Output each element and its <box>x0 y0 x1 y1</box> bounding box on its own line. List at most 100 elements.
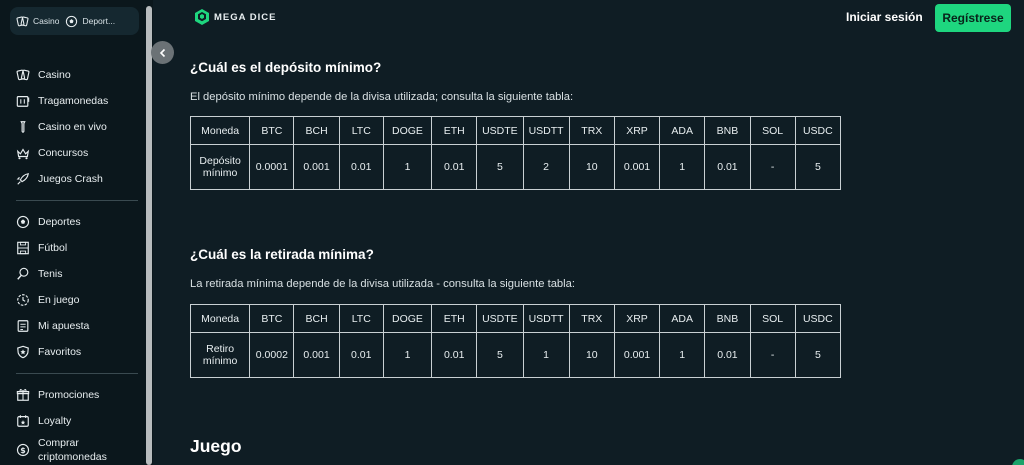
rocket-icon <box>16 173 29 185</box>
table-header-cell: USDTE <box>476 116 524 145</box>
svg-text:$: $ <box>20 446 25 455</box>
table-header-currency: Moneda <box>189 304 251 333</box>
cards-icon <box>16 69 30 81</box>
table-cell: 10 <box>568 144 615 190</box>
loyalty-icon <box>17 415 29 427</box>
table-cell: 1 <box>659 144 706 190</box>
sidebar-item-slots[interactable]: Tragamonedas <box>16 88 138 114</box>
table-header-cell: ETH <box>431 116 478 145</box>
soccer-field-icon <box>17 241 29 255</box>
table-header-cell: USDTT <box>522 304 570 333</box>
table-cell: 1 <box>522 332 570 378</box>
table-header-cell: USDTE <box>476 304 524 333</box>
table-cell: 0.01 <box>704 332 751 378</box>
game-section-title: Juego <box>190 436 242 456</box>
sidebar-item-casino[interactable]: Casino <box>16 62 138 88</box>
table-cell: 10 <box>568 332 615 378</box>
bet-slip-icon <box>17 320 29 332</box>
sidebar-item-promotions[interactable]: Promociones <box>16 382 138 408</box>
cards-icon <box>16 16 29 26</box>
login-button[interactable]: Iniciar sesión <box>846 10 923 24</box>
table-header-cell: ADA <box>659 116 706 145</box>
chat-widget-button[interactable] <box>1012 459 1024 465</box>
table-header-cell: BCH <box>293 304 340 333</box>
table-header-cell: XRP <box>613 304 661 333</box>
table-header-cell: TRX <box>568 304 615 333</box>
sidebar-item-buy-crypto[interactable]: $ Comprar criptomonedas <box>16 434 138 465</box>
sidebar-item-label: Mi apuesta <box>38 320 90 332</box>
sidebar-item-label: Comprar criptomonedas <box>38 437 107 463</box>
sidebar-top-tabs: Casino Deport... <box>10 7 139 35</box>
deposit-title: ¿Cuál es el depósito mínimo? <box>190 60 382 75</box>
soccer-ball-icon <box>66 15 78 27</box>
sidebar-item-label: Fútbol <box>38 242 68 254</box>
table-header-cell: ADA <box>659 304 706 333</box>
top-tab-casino-label: Casino <box>33 16 60 26</box>
table-cell: 0.01 <box>338 144 384 190</box>
sidebar-item-football[interactable]: Fútbol <box>16 235 138 261</box>
dollar-coin-icon: $ <box>16 443 30 457</box>
sidebar-item-tennis[interactable]: Tenis <box>16 261 138 287</box>
table-row-label: Retiro mínimo <box>189 332 251 378</box>
table-cell: 0.0001 <box>249 144 295 190</box>
table-header-currency: Moneda <box>189 116 251 145</box>
table-header-row: Moneda BTC BCH LTC DOGE ETH USDTE USDTT TRX XRP AD… <box>189 116 842 145</box>
table-cell: 2 <box>522 144 570 190</box>
sidebar-divider <box>16 373 138 374</box>
sidebar-item-loyalty[interactable]: Loyalty <box>16 408 138 434</box>
table-cell: 1 <box>382 144 433 190</box>
sidebar-item-label: Tragamonedas <box>38 95 109 107</box>
trophy-crown-icon <box>16 148 30 160</box>
sidebar-scroll-thumb[interactable] <box>146 6 152 465</box>
table-row: Retiro mínimo 0.0002 0.001 0.01 1 0.01 5 1 10 0.0… <box>189 332 842 378</box>
table-cell: 0.001 <box>613 144 661 190</box>
sidebar-collapse-button[interactable] <box>151 41 174 64</box>
withdrawal-table: Moneda BTC BCH LTC DOGE ETH USDTE USDTT TRX XRP AD… <box>189 304 842 378</box>
register-button[interactable]: Regístrese <box>935 4 1011 32</box>
sidebar-item-favorites[interactable]: Favoritos <box>16 339 138 365</box>
table-header-cell: BCH <box>293 116 340 145</box>
nav-group-extra: Promociones Loyalty $ Comprar criptomone… <box>16 382 138 465</box>
table-header-cell: TRX <box>568 116 615 145</box>
table-cell: 0.001 <box>613 332 661 378</box>
table-cell: 0.0002 <box>249 332 295 378</box>
table-header-cell: USDC <box>794 304 842 333</box>
table-header-cell: SOL <box>749 116 796 145</box>
sidebar-item-label: Juegos Crash <box>38 173 103 185</box>
live-casino-icon <box>20 121 26 133</box>
table-cell: 5 <box>476 332 524 378</box>
sidebar-item-sports[interactable]: Deportes <box>16 209 138 235</box>
table-header-cell: SOL <box>749 304 796 333</box>
sidebar-item-in-play[interactable]: En juego <box>16 287 138 313</box>
sidebar-item-label: Concursos <box>38 147 89 159</box>
table-cell: 0.01 <box>338 332 384 378</box>
table-cell: 5 <box>794 332 842 378</box>
tennis-racket-icon <box>17 267 29 280</box>
withdrawal-title: ¿Cuál es la retirada mínima? <box>190 247 374 262</box>
nav-group-sports: Deportes Fútbol Tenis En juego Mi apuest… <box>16 209 138 365</box>
chevron-left-icon <box>159 48 165 57</box>
sidebar-item-contests[interactable]: Concursos <box>16 140 138 166</box>
table-header-cell: DOGE <box>382 116 433 145</box>
table-cell: 0.01 <box>431 332 478 378</box>
deposit-text: El depósito mínimo depende de la divisa … <box>190 91 574 103</box>
sidebar-item-live-casino[interactable]: Casino en vivo <box>16 114 138 140</box>
gift-icon <box>16 389 30 401</box>
top-tab-sports[interactable]: Deport... <box>65 15 115 28</box>
deposit-table: Moneda BTC BCH LTC DOGE ETH USDTE USDTT TRX XRP AD… <box>189 116 842 190</box>
table-header-cell: BTC <box>249 304 295 333</box>
sidebar-item-crash-games[interactable]: Juegos Crash <box>16 166 138 192</box>
table-header-cell: USDC <box>794 116 842 145</box>
sidebar-item-my-bet[interactable]: Mi apuesta <box>16 313 138 339</box>
logo[interactable]: MEGA DICE <box>193 8 276 26</box>
table-cell: - <box>749 332 796 378</box>
sidebar-scrollbar[interactable] <box>145 0 153 465</box>
table-header-cell: BTC <box>249 116 295 145</box>
table-header-cell: BNB <box>704 116 751 145</box>
live-clock-icon <box>17 294 29 306</box>
top-tab-casino[interactable]: Casino <box>16 15 59 28</box>
table-header-cell: DOGE <box>382 304 433 333</box>
sidebar-item-label: Promociones <box>38 389 100 401</box>
table-header-cell: ETH <box>431 304 478 333</box>
table-cell: 0.01 <box>431 144 478 190</box>
